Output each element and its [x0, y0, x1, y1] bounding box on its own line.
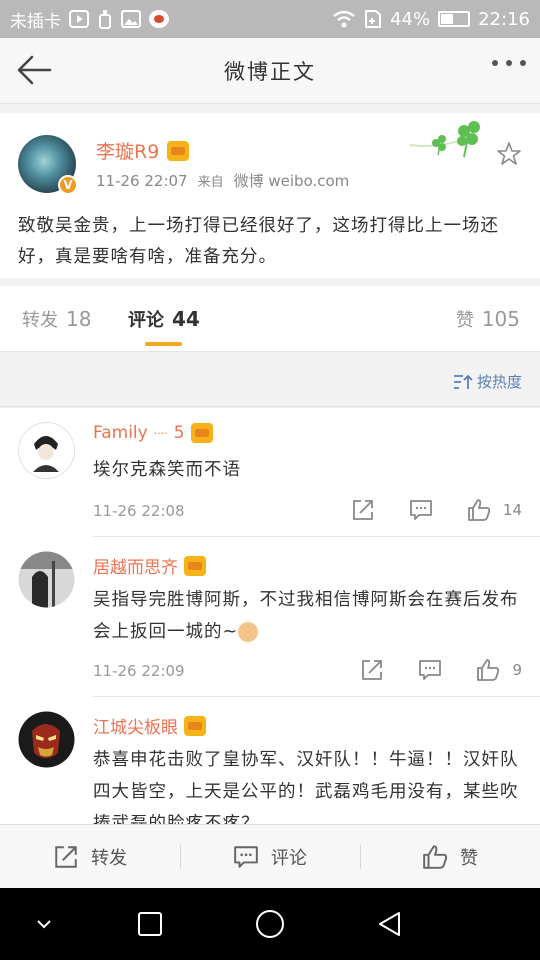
comment-time: 11-26 22:09 — [93, 662, 185, 680]
commenter-name[interactable]: 居越而思齐 — [93, 553, 206, 578]
comment-text: 恭喜申花击败了皇协军、汉奸队！！牛逼！！汉奸队四大皆空，上天是公平的！武磊鸡毛用… — [93, 750, 519, 824]
comment-label: 评论 — [271, 847, 307, 869]
author-name: 李璇R9 — [96, 141, 160, 163]
post-author[interactable]: 李璇R9 — [96, 137, 190, 164]
comment-list: Family ···· 5 埃尔克森笑而不语 11-26 22:08 14 居越… — [0, 408, 540, 824]
comment-text: 吴指导完胜博阿斯，不过我相信博阿斯会在赛后发布会上扳回一城的~ — [93, 584, 528, 648]
like-count: 9 — [512, 661, 522, 679]
tab-repost[interactable]: 转发 18 — [22, 306, 91, 332]
thumb-up-icon — [468, 499, 491, 521]
weibo-post: V 李璇R9 11-26 22:07 来自 微博 weibo.com 致敬吴金贵… — [0, 113, 540, 278]
wifi-icon — [333, 10, 355, 28]
verified-badge: V — [58, 175, 78, 195]
tab-comment-label: 评论 — [128, 310, 164, 331]
tab-like-count: 105 — [481, 307, 520, 331]
vip-crown-icon — [184, 555, 206, 576]
commenter-avatar[interactable] — [18, 551, 75, 608]
back-triangle-icon[interactable] — [376, 910, 404, 938]
source-prefix: 来自 — [197, 175, 224, 190]
battery-icon — [438, 11, 471, 27]
home-icon[interactable] — [254, 908, 286, 940]
app-header: 微博正文 — [0, 38, 540, 104]
like-button[interactable]: 9 — [476, 658, 522, 682]
carrier-label: 未插卡 — [10, 11, 61, 32]
battery-percent: 44% — [390, 8, 431, 30]
recent-apps-icon[interactable] — [136, 910, 164, 938]
comment-divider — [93, 696, 540, 697]
post-tabs: 转发 18 评论 44 赞 105 — [0, 286, 540, 352]
cat-emoji-icon — [238, 622, 259, 642]
vip-crown-icon — [184, 715, 206, 736]
sort-icon — [453, 374, 473, 389]
sort-bar: 按热度 — [0, 353, 540, 407]
clover-decoration-icon — [410, 121, 480, 158]
thumb-up-icon — [423, 844, 448, 869]
status-bar: 未插卡 44% 22:16 — [0, 0, 540, 38]
commenter-avatar[interactable] — [18, 711, 75, 768]
clock: 22:16 — [478, 8, 530, 30]
comment-divider — [93, 536, 540, 537]
more-dots-icon[interactable] — [492, 60, 526, 66]
tab-repost-count: 18 — [66, 307, 92, 331]
bottom-action-bar: 转发 评论 赞 — [0, 824, 540, 888]
comment-time: 11-26 22:08 — [93, 502, 185, 520]
chevron-down-icon[interactable] — [34, 914, 54, 934]
vip-crown-icon — [167, 140, 190, 161]
tab-like-label: 赞 — [455, 310, 474, 331]
vip-crown-icon — [190, 423, 213, 443]
tab-comment[interactable]: 评论 44 — [128, 306, 200, 332]
commenter-name[interactable]: 江城尖板眼 — [93, 713, 206, 738]
comment-item: Family ···· 5 埃尔克森笑而不语 11-26 22:08 14 — [0, 408, 540, 538]
commenter-name-suffix: 5 — [173, 423, 185, 443]
system-nav-bar — [0, 888, 540, 960]
comment-item: 江城尖板眼 恭喜申花击败了皇协军、汉奸队！！牛逼！！汉奸队四大皆空，上天是公平的… — [0, 698, 540, 824]
comment-actions: 9 — [360, 658, 522, 682]
post-meta: 11-26 22:07 来自 微博 weibo.com — [96, 170, 349, 191]
repost-icon[interactable] — [360, 658, 384, 682]
like-button[interactable]: 赞 — [360, 825, 540, 888]
commenter-name-text: 居越而思齐 — [93, 558, 178, 578]
comment-actions: 14 — [351, 498, 522, 522]
cleaner-icon — [99, 10, 111, 29]
like-count: 14 — [502, 501, 522, 519]
comment-item: 居越而思齐 吴指导完胜博阿斯，不过我相信博阿斯会在赛后发布会上扳回一城的~ 11… — [0, 538, 540, 698]
like-button[interactable]: 14 — [467, 498, 522, 522]
arrow-left-icon[interactable] — [14, 52, 54, 88]
tab-repost-label: 转发 — [22, 310, 58, 331]
comment-icon[interactable] — [409, 498, 433, 522]
play-icon — [69, 10, 89, 28]
comment-text: 埃尔克森笑而不语 — [93, 460, 241, 480]
like-label: 赞 — [460, 847, 478, 869]
sim-icon — [365, 10, 382, 28]
repost-label: 转发 — [91, 847, 127, 869]
sort-label: 按热度 — [476, 373, 522, 391]
source-name[interactable]: 微博 weibo.com — [234, 170, 350, 191]
repost-icon — [55, 845, 77, 868]
favorite-star-icon[interactable] — [496, 141, 522, 167]
post-time: 11-26 22:07 — [96, 172, 188, 190]
sort-by-hot-button[interactable]: 按热度 — [453, 371, 522, 392]
page-title: 微博正文 — [224, 59, 316, 84]
image-icon — [121, 10, 141, 28]
comment-text-content: 吴指导完胜博阿斯，不过我相信博阿斯会在赛后发布会上扳回一城的~ — [93, 590, 519, 642]
post-text: 致敬吴金贵，上一场打得已经很好了，这场打得比上一场还好，真是要啥有啥，准备充分。 — [18, 216, 499, 267]
comment-icon[interactable] — [418, 658, 442, 682]
commenter-avatar[interactable] — [18, 422, 75, 479]
comment-button[interactable]: 评论 — [180, 825, 360, 888]
tab-like[interactable]: 赞 105 — [456, 306, 520, 332]
repost-button[interactable]: 转发 — [0, 825, 180, 888]
thumb-up-icon — [477, 659, 500, 681]
commenter-name-text: Family — [93, 423, 148, 443]
active-tab-indicator — [145, 342, 182, 346]
repost-icon[interactable] — [351, 498, 375, 522]
commenter-name[interactable]: Family ···· 5 — [93, 423, 213, 443]
tab-comment-count: 44 — [172, 307, 200, 331]
comment-icon — [234, 845, 258, 868]
weibo-icon — [149, 10, 169, 28]
commenter-name-text: 江城尖板眼 — [93, 718, 178, 738]
